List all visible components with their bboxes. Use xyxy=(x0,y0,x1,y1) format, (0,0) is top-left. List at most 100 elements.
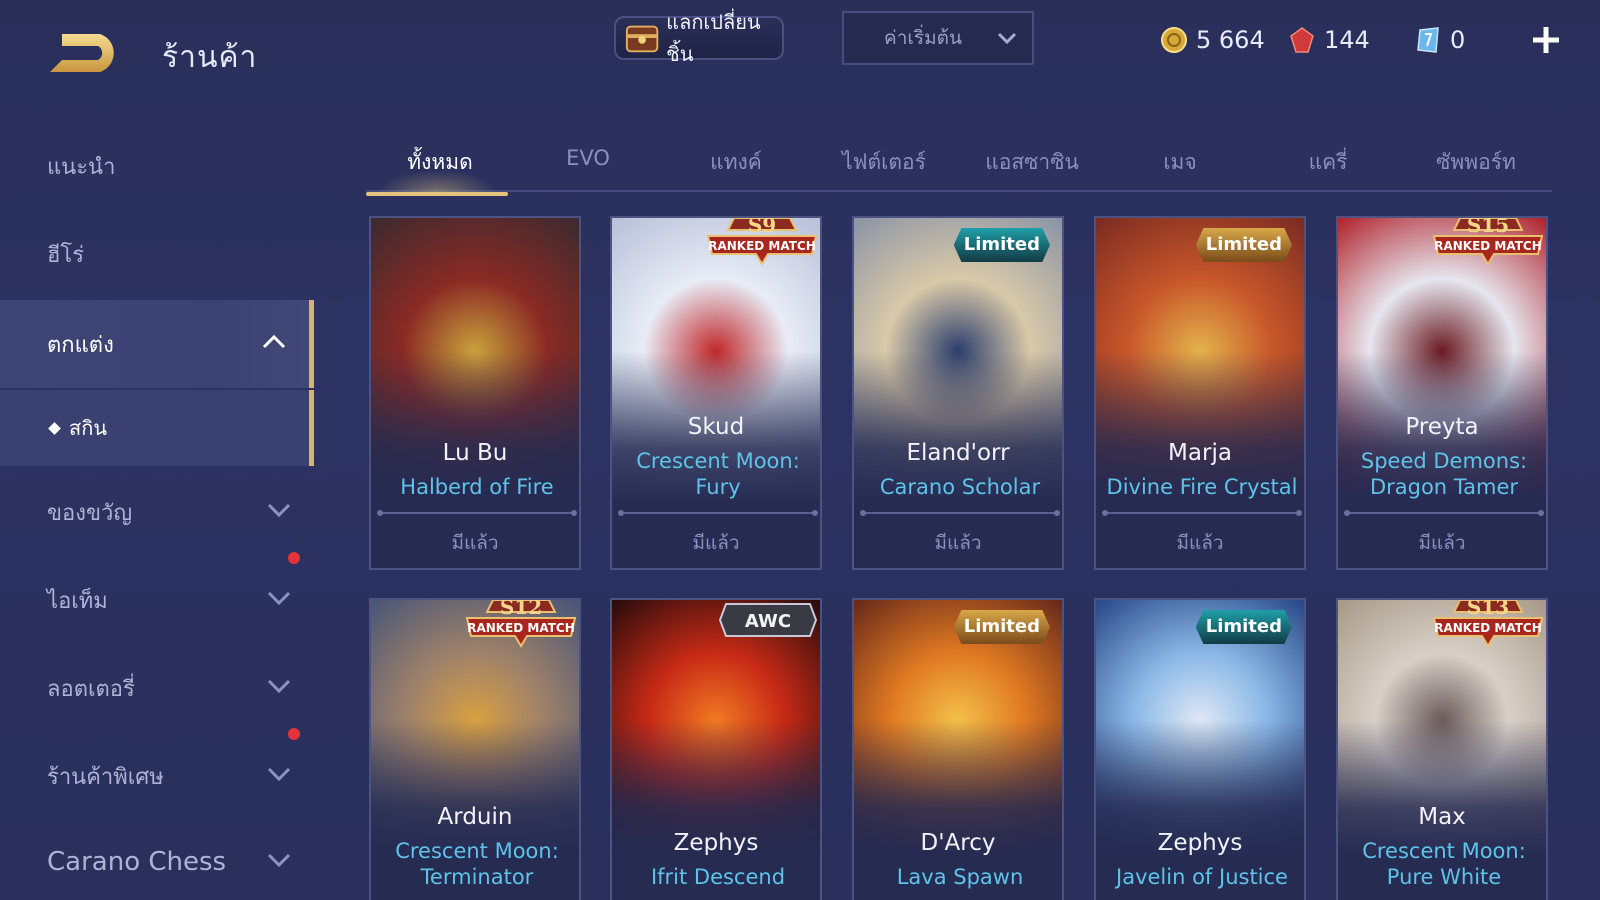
sort-dropdown[interactable]: ค่าเริ่มต้น xyxy=(842,11,1034,65)
skin-name-line: Carano Scholar xyxy=(879,475,1041,499)
limited-badge: Limited xyxy=(953,228,1050,262)
ranked-match-label: RANKED MATCH xyxy=(1434,239,1542,253)
skin-card[interactable]: Eland'orr Carano Scholar มีแล้ว Limited xyxy=(852,216,1064,570)
skin-name-line: Crescent Moon: xyxy=(1362,839,1526,863)
tab-support[interactable]: ซัพพอร์ท xyxy=(1402,146,1550,179)
owned-status: มีแล้ว xyxy=(451,532,499,554)
skin-name-line: Halberd of Fire xyxy=(400,475,554,499)
skin-name-line: Lava Spawn xyxy=(896,865,1024,889)
skin-name-line: Divine Fire Crystal xyxy=(1106,475,1298,499)
sidebar-item-items[interactable]: ไอเท็ม xyxy=(0,556,314,644)
hero-name: Max xyxy=(1418,804,1466,830)
sidebar: แนะนำ ฮีโร่ ตกแต่ง สกิน ของขวัญ ไอเท็ม ล… xyxy=(0,110,314,900)
sort-value: ค่าเริ่มต้น xyxy=(884,27,962,49)
sidebar-item-special-shop[interactable]: ร้านค้าพิเศษ xyxy=(0,732,314,820)
tab-label: ไฟต์เตอร์ xyxy=(842,150,926,174)
card-divider xyxy=(860,510,1060,516)
sidebar-item-recommended[interactable]: แนะนำ xyxy=(0,122,314,210)
sidebar-subitem-skins[interactable]: สกิน xyxy=(0,390,314,466)
awc-badge: AWC xyxy=(718,603,818,637)
ranked-season-badge: S13 RANKED MATCH xyxy=(1432,600,1544,648)
ranked-season-badge: S9 RANKED MATCH xyxy=(706,218,818,266)
owned-status: มีแล้ว xyxy=(692,532,740,554)
limited-badge: Limited xyxy=(1195,610,1292,644)
skin-card[interactable]: Arduin Crescent Moon: Terminator S12 RANKED … xyxy=(369,598,581,900)
sidebar-item-lottery[interactable]: ลอตเตอรี่ xyxy=(0,644,314,732)
tab-label: ทั้งหมด xyxy=(407,150,473,174)
ranked-match-label: RANKED MATCH xyxy=(467,621,575,635)
chevron-down-icon xyxy=(267,503,291,518)
sidebar-item-carano-chess[interactable]: Carano Chess xyxy=(0,818,314,900)
treasure-chest-icon xyxy=(625,25,659,53)
category-tabs: ทั้งหมด EVO แทงค์ ไฟต์เตอร์ แอสซาซิน เมจ… xyxy=(366,140,1552,196)
skin-name: Ifrit Descend xyxy=(620,864,816,890)
gold-coin-value: 5 664 xyxy=(1196,26,1265,54)
hero-name: Lu Bu xyxy=(442,440,508,466)
hero-name: Eland'orr xyxy=(906,440,1010,466)
tab-label: แทงค์ xyxy=(710,150,762,174)
voucher-balance: 0 xyxy=(1414,26,1465,54)
voucher-value: 0 xyxy=(1450,26,1466,54)
skin-name-line: Terminator xyxy=(420,865,534,889)
skin-name: Halberd of Fire xyxy=(379,474,575,500)
ranked-match-label: RANKED MATCH xyxy=(1434,621,1542,635)
hero-name: Skud xyxy=(687,414,745,440)
chevron-down-icon xyxy=(267,853,291,868)
red-gem-icon xyxy=(1290,27,1314,53)
skin-card[interactable]: Lu Bu Halberd of Fire มีแล้ว xyxy=(369,216,581,570)
tab-label: แครี่ xyxy=(1308,150,1348,174)
skin-name-line: Dragon Tamer xyxy=(1369,475,1519,499)
exchange-label: แลกเปลี่ยนชิ้น xyxy=(666,10,761,66)
tab-label: แอสซาซิน xyxy=(985,150,1079,174)
chevron-down-icon xyxy=(267,767,291,782)
hero-name: Arduin xyxy=(437,804,513,830)
chevron-down-icon xyxy=(997,32,1017,45)
skin-card[interactable]: Marja Divine Fire Crystal มีแล้ว Limited xyxy=(1094,216,1306,570)
skin-name-line: Crescent Moon: xyxy=(636,449,800,473)
chevron-down-icon xyxy=(267,679,291,694)
skin-card[interactable]: Preyta Speed Demons: Dragon Tamer มีแล้ว S15… xyxy=(1336,216,1548,570)
skin-card[interactable]: Zephys Javelin of Justice Limited xyxy=(1094,598,1306,900)
back-arrow-icon[interactable] xyxy=(48,26,128,74)
hero-name: D'Arcy xyxy=(920,830,996,856)
skin-card[interactable]: Skud Crescent Moon: Fury มีแล้ว S9 RANKED MAT… xyxy=(610,216,822,570)
tab-evo[interactable]: EVO xyxy=(514,146,662,170)
tab-carry[interactable]: แครี่ xyxy=(1254,146,1402,179)
skin-card[interactable]: Zephys Ifrit Descend AWC xyxy=(610,598,822,900)
skin-name: Speed Demons: Dragon Tamer xyxy=(1346,448,1542,500)
tab-mage[interactable]: เมจ xyxy=(1106,146,1254,179)
tab-fighter[interactable]: ไฟต์เตอร์ xyxy=(810,146,958,179)
card-divider xyxy=(1102,510,1302,516)
skin-name: Crescent Moon: Pure White xyxy=(1346,838,1542,890)
sidebar-item-decorations[interactable]: ตกแต่ง xyxy=(0,300,314,388)
hero-name: Preyta xyxy=(1405,414,1479,440)
skin-name-line: Javelin of Justice xyxy=(1116,865,1288,889)
sidebar-item-label: ของขวัญ xyxy=(47,500,133,526)
sidebar-item-label: ตกแต่ง xyxy=(47,332,114,358)
hero-name: Zephys xyxy=(673,830,759,856)
sidebar-item-label: ร้านค้าพิเศษ xyxy=(47,764,164,790)
skin-name: Carano Scholar xyxy=(862,474,1058,500)
sidebar-item-gifts[interactable]: ของขวัญ xyxy=(0,468,314,556)
diamond-bullet-icon xyxy=(48,421,61,435)
voucher-icon xyxy=(1417,27,1439,53)
card-divider xyxy=(618,510,818,516)
exchange-fragments-button[interactable]: แลกเปลี่ยนชิ้น xyxy=(614,10,784,66)
hero-name: Marja xyxy=(1168,440,1232,466)
active-tab-indicator xyxy=(366,192,508,196)
ranked-season-badge: S15 RANKED MATCH xyxy=(1432,218,1544,266)
sidebar-item-label: ฮีโร่ xyxy=(47,242,85,268)
tab-assassin[interactable]: แอสซาซิน xyxy=(958,146,1106,179)
tab-tank[interactable]: แทงค์ xyxy=(662,146,810,179)
skin-card[interactable]: D'Arcy Lava Spawn Limited xyxy=(852,598,1064,900)
add-currency-button[interactable] xyxy=(1530,24,1562,56)
skin-name-line: Pure White xyxy=(1386,865,1502,889)
skin-card[interactable]: Max Crescent Moon: Pure White S13 RANKED MAT… xyxy=(1336,598,1548,900)
season-label: S12 xyxy=(500,598,542,619)
sidebar-item-label: แนะนำ xyxy=(47,154,116,180)
sidebar-item-heroes[interactable]: ฮีโร่ xyxy=(0,210,314,298)
tab-all[interactable]: ทั้งหมด xyxy=(366,146,514,196)
sidebar-subitem-label: สกิน xyxy=(69,416,107,440)
top-bar: ร้านค้า แลกเปลี่ยนชิ้น ค่าเริ่มต้น 5 664… xyxy=(0,0,1600,100)
card-divider xyxy=(377,510,577,516)
